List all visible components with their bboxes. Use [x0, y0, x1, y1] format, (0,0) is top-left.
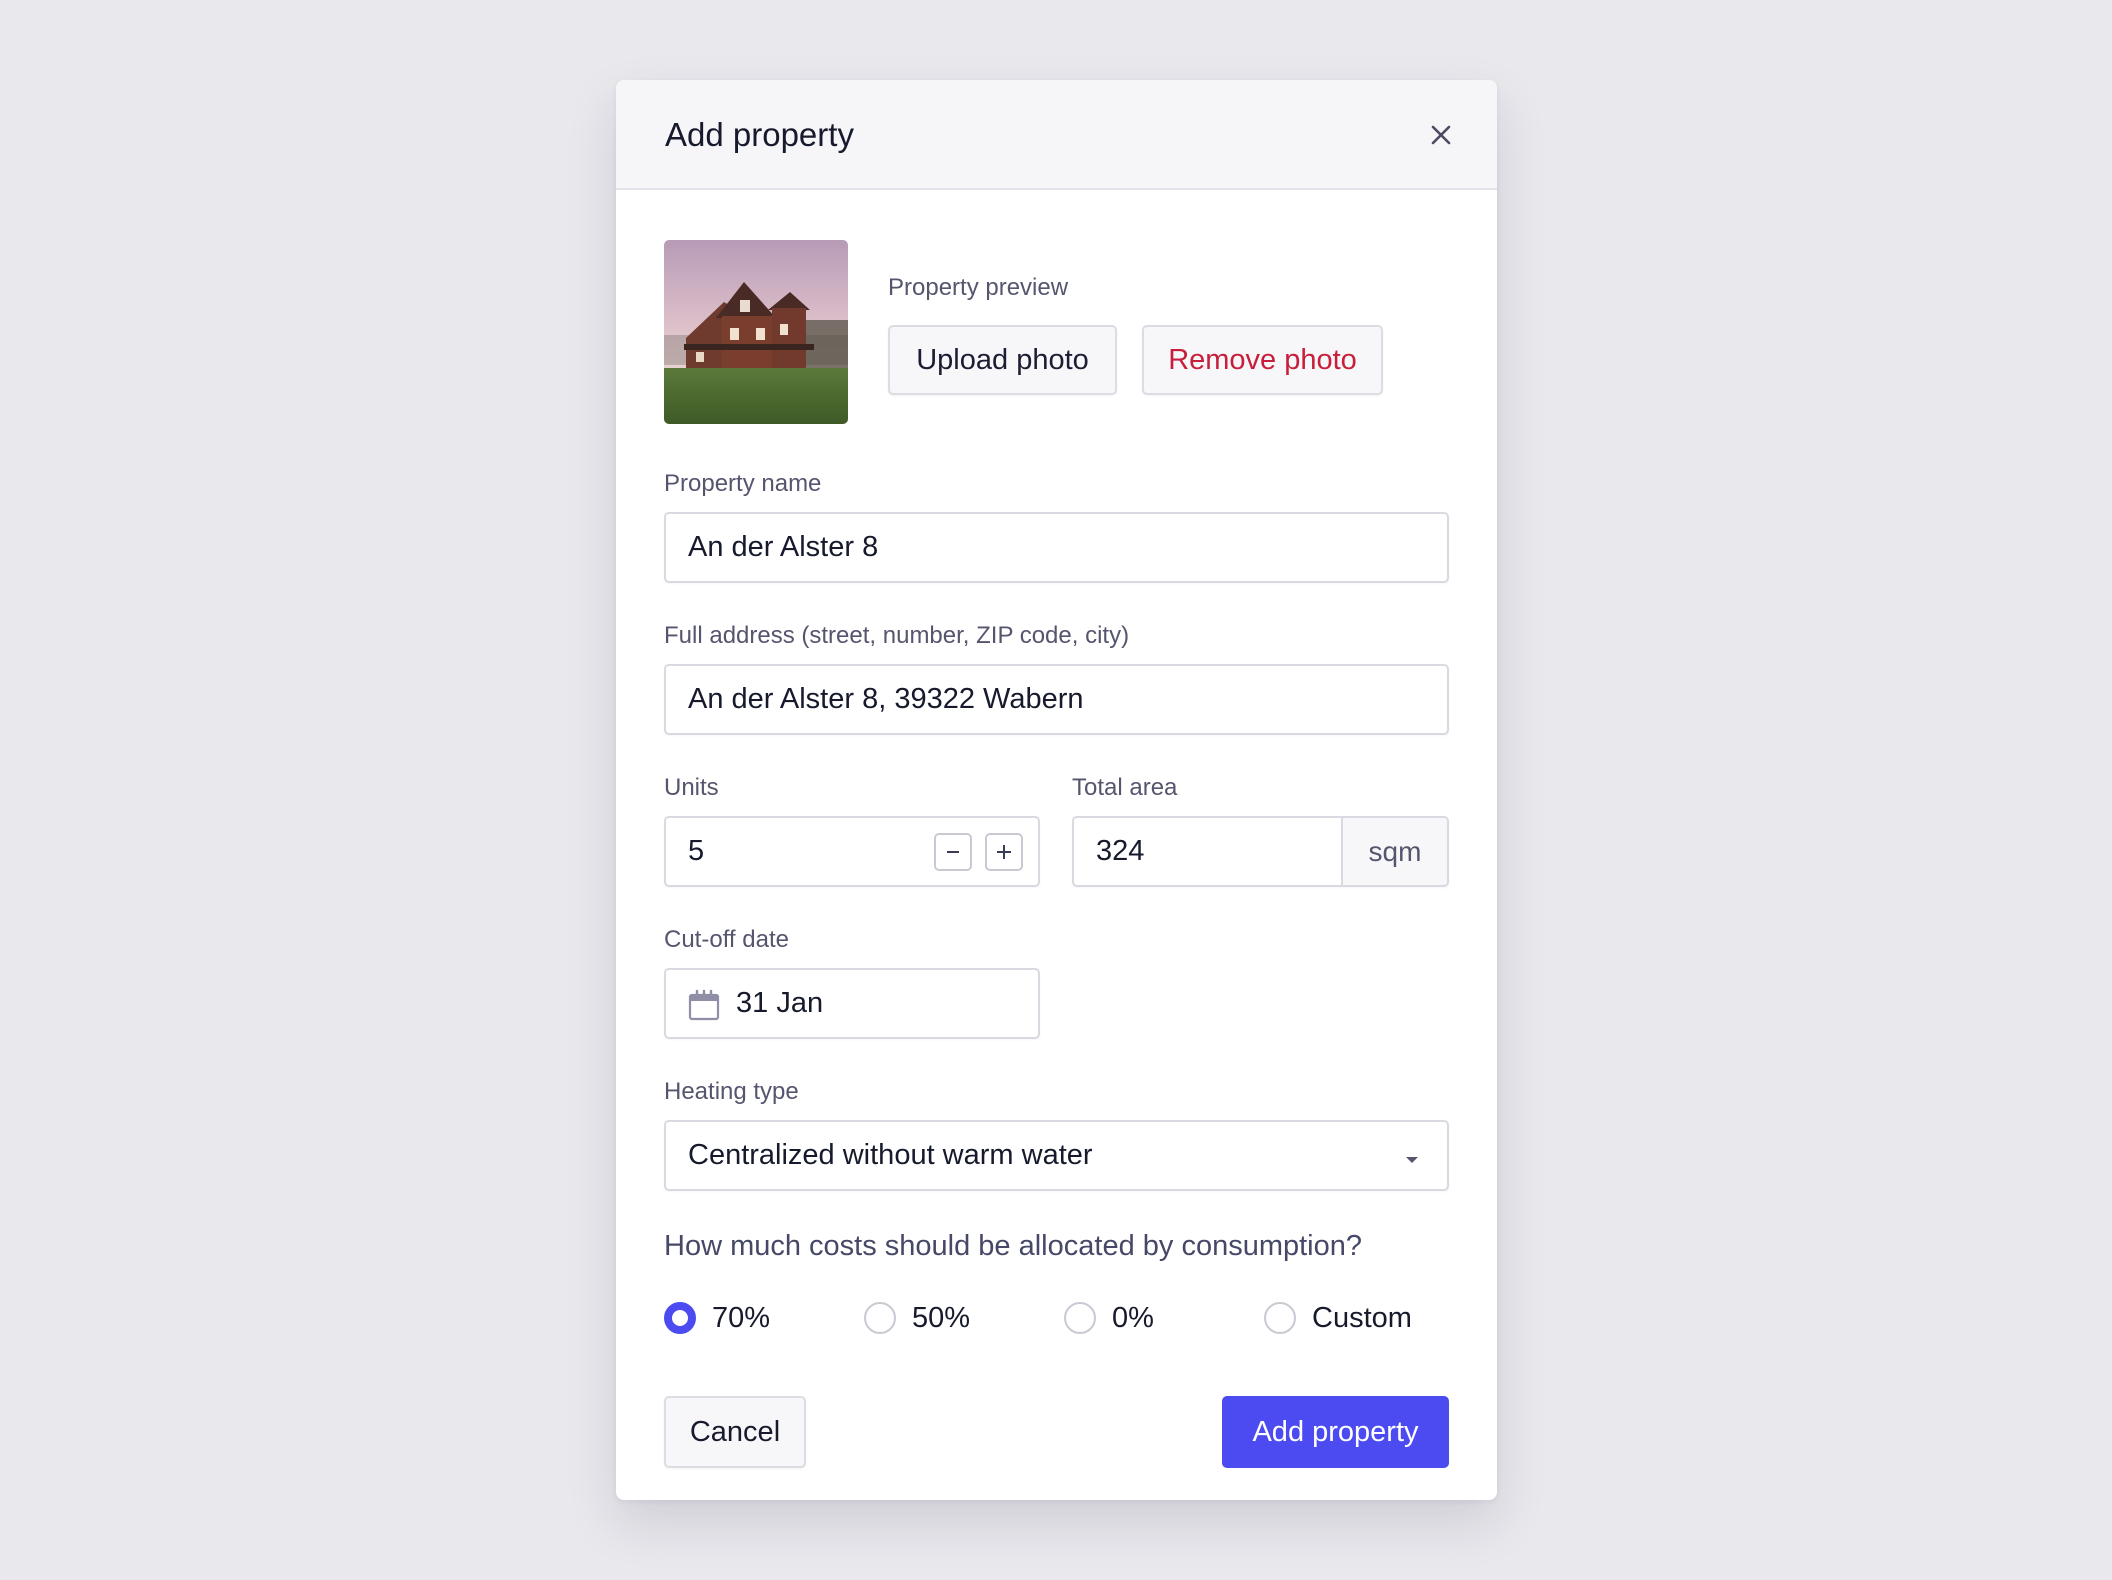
add-property-dialog: Add property Property preview Upload pho… [616, 80, 1497, 1500]
radio-button[interactable] [664, 1302, 696, 1334]
total-area-field[interactable]: sqm [1072, 816, 1449, 887]
property-preview-label: Property preview [888, 274, 1069, 301]
close-icon[interactable] [1424, 118, 1458, 152]
heating-type-label: Heating type [664, 1078, 799, 1105]
heating-type-value: Centralized without warm water [688, 1139, 1093, 1171]
property-name-input[interactable] [688, 514, 1428, 581]
property-name-label: Property name [664, 470, 822, 497]
units-input[interactable] [688, 818, 908, 885]
allocation-question: How much costs should be allocated by co… [664, 1230, 1362, 1262]
calendar-icon [688, 989, 720, 1026]
full-address-label: Full address (street, number, ZIP code, … [664, 622, 1130, 649]
radio-label: 50% [912, 1301, 971, 1334]
decrement-button[interactable] [934, 833, 972, 871]
chevron-down-icon [1404, 1152, 1420, 1170]
units-stepper[interactable] [664, 816, 1040, 887]
allocation-option-70[interactable]: 70% [664, 1298, 770, 1338]
increment-button[interactable] [985, 833, 1023, 871]
upload-photo-button[interactable]: Upload photo [888, 325, 1117, 395]
area-unit-suffix: sqm [1341, 818, 1447, 885]
full-address-input[interactable] [688, 666, 1428, 733]
cutoff-date-label: Cut-off date [664, 926, 789, 953]
property-name-field[interactable] [664, 512, 1449, 583]
property-photo [664, 240, 848, 424]
dialog-title: Add property [665, 116, 854, 153]
total-area-input[interactable] [1096, 818, 1336, 885]
radio-button[interactable] [864, 1302, 896, 1334]
radio-button[interactable] [1064, 1302, 1096, 1334]
radio-button[interactable] [1264, 1302, 1296, 1334]
radio-label: 0% [1112, 1301, 1154, 1334]
cutoff-date-input[interactable] [736, 970, 1006, 1037]
allocation-option-custom[interactable]: Custom [1264, 1298, 1412, 1338]
dialog-header: Add property [616, 80, 1497, 190]
total-area-label: Total area [1072, 774, 1178, 801]
add-property-button[interactable]: Add property [1222, 1396, 1449, 1468]
full-address-field[interactable] [664, 664, 1449, 735]
allocation-option-0[interactable]: 0% [1064, 1298, 1154, 1338]
units-label: Units [664, 774, 719, 801]
heating-type-select[interactable]: Centralized without warm water [664, 1120, 1449, 1191]
radio-label: 70% [712, 1301, 771, 1334]
cutoff-date-field[interactable] [664, 968, 1040, 1039]
remove-photo-button[interactable]: Remove photo [1142, 325, 1383, 395]
radio-label: Custom [1312, 1301, 1412, 1334]
cancel-button[interactable]: Cancel [664, 1396, 806, 1468]
allocation-option-50[interactable]: 50% [864, 1298, 970, 1338]
